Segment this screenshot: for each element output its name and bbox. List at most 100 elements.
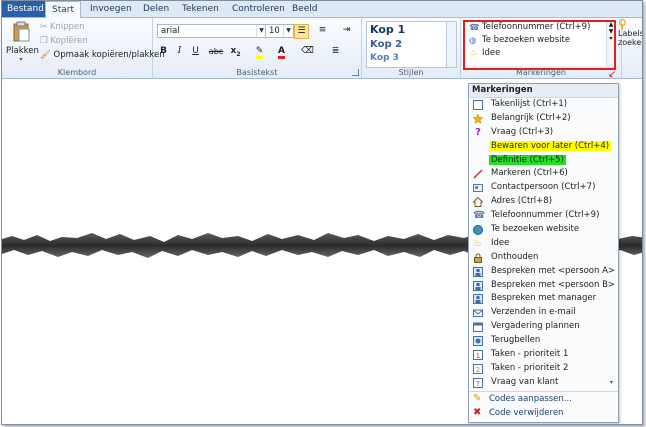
remove-tag-icon: ✖	[473, 407, 482, 418]
customize-icon: ✎	[473, 393, 482, 404]
menu-item-idee[interactable]: ♨ Idee	[469, 237, 618, 251]
style-kop-2[interactable]: Kop 2	[367, 38, 447, 52]
copy-label: Kopiëren	[50, 36, 88, 46]
onenote-window: Bestand Start Invoegen Delen Tekenen Con…	[1, 0, 643, 425]
tab-invoegen[interactable]: Invoegen	[84, 1, 138, 17]
menu-item-label: Onthouden	[491, 251, 539, 262]
font-name-combo[interactable]: arial ▼	[157, 24, 267, 38]
svg-text:?: ?	[476, 380, 480, 388]
menu-item-label: Contactpersoon (Ctrl+7)	[491, 182, 596, 193]
person-b-icon	[473, 280, 483, 291]
menu-item-label: Belangrijk (Ctrl+2)	[491, 112, 571, 123]
menu-item-onthouden[interactable]: Onthouden	[469, 251, 618, 265]
clipboard-icon	[13, 21, 30, 42]
menu-item-label: Verzenden in e-mail	[491, 307, 576, 318]
priority-2-icon: 2	[473, 363, 483, 374]
chevron-down-icon[interactable]: ▼	[283, 25, 293, 37]
font-size-combo[interactable]: 10 ▼	[265, 24, 294, 38]
menu-item-vergadering-plannen[interactable]: Vergadering plannen	[469, 320, 618, 334]
highlight-frame	[463, 20, 616, 70]
contact-icon	[473, 184, 483, 193]
style-kop-3[interactable]: Kop 3	[367, 52, 447, 64]
meeting-icon	[473, 322, 483, 333]
align-button[interactable]: ≣	[329, 45, 342, 58]
indent-button[interactable]: ⇥	[340, 24, 353, 37]
scissors-icon: ✂	[40, 22, 48, 32]
menu-item-vraag[interactable]: ? Vraag (Ctrl+3)	[469, 126, 618, 140]
subscript-button[interactable]: x2	[229, 45, 242, 58]
menu-item-label: Takenlijst (Ctrl+1)	[491, 99, 568, 109]
menu-item-belangrijk[interactable]: Belangrijk (Ctrl+2)	[469, 112, 618, 126]
find-tags-icon: ⚲	[618, 17, 627, 31]
font-color-button[interactable]: A	[275, 45, 288, 59]
find-tags-button[interactable]: ⚲ Labels zoeken	[618, 17, 642, 68]
menu-item-takenlijst[interactable]: Takenlijst (Ctrl+1)	[469, 98, 618, 112]
menu-item-label: Definitie (Ctrl+5)	[489, 154, 566, 165]
pen-icon	[473, 169, 483, 179]
menu-item-bewaren-voor-later[interactable]: Bewaren voor later (Ctrl+4)	[469, 140, 618, 154]
styles-gallery: Kop 1 Kop 2 Kop 3	[366, 21, 448, 68]
menu-item-vraag-van-klant[interactable]: ? Vraag van klant	[469, 376, 618, 390]
menu-item-label: Taken - prioriteit 1	[491, 349, 569, 360]
style-kop-1[interactable]: Kop 1	[367, 22, 447, 38]
font-color-icon: A	[278, 46, 285, 59]
format-painter-label: Opmaak kopiëren/plakken	[53, 50, 165, 60]
group-label-stijlen: Stijlen	[398, 68, 424, 77]
menu-item-label: Bespreken met manager	[491, 293, 597, 304]
person-a-icon	[473, 266, 483, 277]
dialog-launcher-icon[interactable]	[352, 69, 359, 76]
menu-item-terugbellen[interactable]: Terugbellen	[469, 334, 618, 348]
tab-start[interactable]: Start	[45, 1, 81, 18]
bold-button[interactable]: B	[157, 45, 170, 58]
house-icon	[473, 197, 483, 208]
menu-header: Markeringen	[469, 84, 618, 98]
priority-1-icon: 1	[473, 350, 483, 361]
customize-tags-button[interactable]: ✎ Codes aanpassen...	[469, 392, 618, 406]
menu-item-taken-prioriteit-2[interactable]: 2 Taken - prioriteit 2	[469, 362, 618, 376]
tab-controleren[interactable]: Controleren	[226, 1, 291, 17]
cut-button[interactable]: ✂ Knippen	[40, 22, 85, 32]
menu-scrollbar[interactable]: ▾	[610, 379, 616, 387]
bullets-button[interactable]: ☰	[294, 24, 309, 39]
format-painter-button[interactable]: 🖌 Opmaak kopiëren/plakken	[40, 50, 165, 60]
arrow-icon: ↙	[608, 69, 617, 80]
lock-icon	[474, 253, 482, 263]
menu-item-verzenden-email[interactable]: Verzenden in e-mail	[469, 306, 618, 320]
email-icon	[473, 309, 483, 318]
menu-item-contactpersoon[interactable]: Contactpersoon (Ctrl+7)	[469, 181, 618, 195]
menu-footer: ✎ Codes aanpassen... ✖ Code verwijderen	[469, 391, 618, 420]
menu-item-markeren[interactable]: Markeren (Ctrl+6)	[469, 167, 618, 181]
underline-button[interactable]: U	[189, 45, 202, 58]
numbering-button[interactable]: ≡	[316, 24, 329, 37]
tab-bestand[interactable]: Bestand	[2, 1, 49, 17]
tab-beeld[interactable]: Beeld	[286, 1, 323, 17]
strikethrough-button[interactable]: abc	[207, 45, 225, 58]
svg-text:2: 2	[476, 366, 480, 374]
menu-item-label: Terugbellen	[491, 335, 541, 346]
highlight-button[interactable]: ✎	[253, 45, 266, 59]
copy-icon: ❐	[40, 36, 48, 46]
copy-button[interactable]: ❐ Kopiëren	[40, 36, 88, 46]
menu-item-bespreken-persoon-b[interactable]: Bespreken met <persoon B>	[469, 279, 618, 293]
paste-label: Plakken	[6, 46, 39, 56]
menu-item-definitie[interactable]: Definitie (Ctrl+5)	[469, 154, 618, 168]
styles-scrollbar[interactable]	[446, 21, 457, 68]
ribbon-tab-bar: Bestand Start Invoegen Delen Tekenen Con…	[2, 1, 642, 18]
group-label-basistekst: Basistekst	[236, 68, 278, 77]
remove-tag-button[interactable]: ✖ Code verwijderen	[469, 406, 618, 420]
star-icon	[473, 113, 483, 124]
menu-item-label: Telefoonnummer (Ctrl+9)	[491, 210, 600, 221]
tags-dropdown-menu: Markeringen Takenlijst (Ctrl+1) Belangri…	[468, 83, 619, 423]
numbering-icon: ≡	[318, 25, 327, 35]
tab-delen[interactable]: Delen	[137, 1, 175, 17]
menu-item-telefoonnummer[interactable]: ☎ Telefoonnummer (Ctrl+9)	[469, 209, 618, 223]
menu-item-bespreken-persoon-a[interactable]: Bespreken met <persoon A>	[469, 265, 618, 279]
clear-format-button[interactable]: ⌫	[301, 45, 314, 58]
menu-item-bespreken-manager[interactable]: Bespreken met manager	[469, 292, 618, 306]
tab-tekenen[interactable]: Tekenen	[176, 1, 225, 17]
paste-button[interactable]: Plakken ▾	[6, 20, 39, 64]
italic-button[interactable]: I	[173, 45, 186, 58]
menu-item-adres[interactable]: Adres (Ctrl+8)	[469, 195, 618, 209]
menu-item-taken-prioriteit-1[interactable]: 1 Taken - prioriteit 1	[469, 348, 618, 362]
menu-item-te-bezoeken-website[interactable]: Te bezoeken website	[469, 223, 618, 237]
